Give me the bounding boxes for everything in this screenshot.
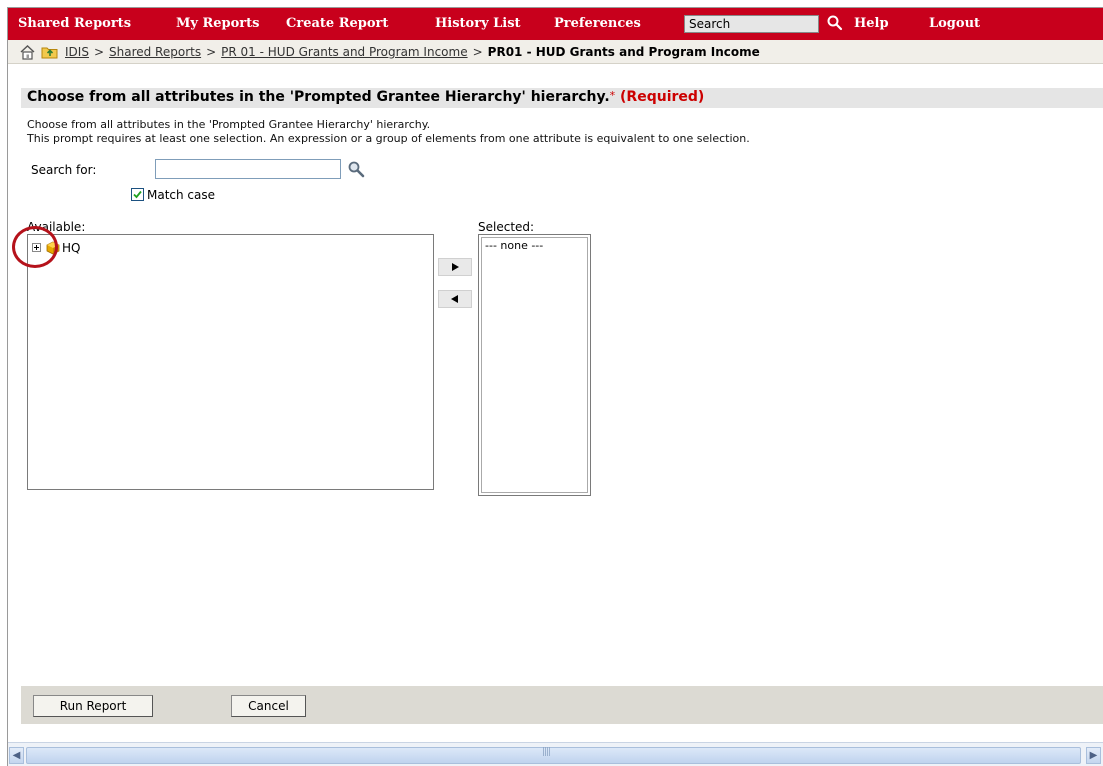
nav-search-input[interactable]: Search bbox=[684, 15, 819, 33]
prompt-title-text: Choose from all attributes in the 'Promp… bbox=[27, 89, 610, 105]
breadcrumb-link-idis[interactable]: IDIS bbox=[65, 45, 89, 59]
breadcrumb-link-pr01-folder[interactable]: PR 01 - HUD Grants and Program Income bbox=[221, 45, 467, 59]
arrow-right-icon bbox=[452, 263, 459, 271]
prompt-title: Choose from all attributes in the 'Promp… bbox=[21, 88, 1103, 108]
add-selection-button[interactable] bbox=[438, 258, 472, 276]
scrollbar-grip-icon: |||| bbox=[542, 747, 551, 757]
breadcrumb-link-shared-reports[interactable]: Shared Reports bbox=[109, 45, 201, 59]
nav-my-reports[interactable]: My Reports bbox=[176, 16, 259, 31]
arrow-left-icon bbox=[451, 295, 458, 303]
breadcrumb-current: PR01 - HUD Grants and Program Income bbox=[487, 45, 760, 59]
required-star: * bbox=[609, 89, 616, 102]
selected-label: Selected: bbox=[478, 220, 535, 234]
search-for-label: Search for: bbox=[31, 163, 97, 177]
nav-logout[interactable]: Logout bbox=[929, 16, 980, 31]
remove-selection-button[interactable] bbox=[438, 290, 472, 308]
breadcrumb-separator: > bbox=[93, 45, 104, 59]
available-list[interactable]: HQ bbox=[27, 234, 434, 490]
search-for-input[interactable] bbox=[155, 159, 341, 179]
footer-bar: Run Report Cancel bbox=[21, 686, 1103, 724]
horizontal-scrollbar[interactable]: ◀ |||| ▶ bbox=[8, 742, 1103, 766]
breadcrumb-bar: IDIS > Shared Reports > PR 01 - HUD Grants a… bbox=[8, 40, 1103, 64]
top-nav-bar: Shared Reports My Reports Create Report … bbox=[8, 8, 1103, 40]
tree-item-label: HQ bbox=[62, 241, 81, 255]
home-icon[interactable] bbox=[19, 44, 36, 60]
breadcrumb-separator: > bbox=[472, 45, 483, 59]
nav-shared-reports[interactable]: Shared Reports bbox=[18, 16, 131, 31]
match-case-label: Match case bbox=[147, 188, 216, 202]
highlight-circle bbox=[12, 226, 58, 268]
nav-preferences[interactable]: Preferences bbox=[554, 16, 641, 31]
breadcrumb-separator: > bbox=[206, 45, 217, 59]
folder-up-icon[interactable] bbox=[41, 44, 59, 60]
scroll-left-icon[interactable]: ◀ bbox=[9, 747, 24, 764]
search-icon[interactable] bbox=[347, 160, 365, 178]
browser-frame: Shared Reports My Reports Create Report … bbox=[7, 7, 1103, 766]
nav-history-list[interactable]: History List bbox=[435, 16, 521, 31]
search-icon[interactable] bbox=[826, 14, 844, 32]
selected-list-inner: --- none --- bbox=[481, 237, 588, 493]
nav-create-report[interactable]: Create Report bbox=[286, 16, 388, 31]
scrollbar-thumb[interactable] bbox=[26, 747, 1081, 764]
required-label: (Required) bbox=[620, 89, 705, 105]
run-report-button[interactable]: Run Report bbox=[33, 695, 153, 717]
breadcrumb: IDIS > Shared Reports > PR 01 - HUD Grants a… bbox=[65, 45, 760, 59]
prompt-description-1: Choose from all attributes in the 'Promp… bbox=[27, 118, 431, 131]
scroll-right-icon[interactable]: ▶ bbox=[1086, 747, 1101, 764]
prompt-description-2: This prompt requires at least one select… bbox=[27, 132, 750, 145]
checkbox-checked-icon[interactable] bbox=[131, 188, 144, 201]
nav-help[interactable]: Help bbox=[854, 16, 889, 31]
cancel-button[interactable]: Cancel bbox=[231, 695, 306, 717]
match-case-checkbox[interactable]: Match case bbox=[131, 188, 215, 202]
selected-none-text: --- none --- bbox=[485, 239, 544, 252]
selected-list[interactable]: --- none --- bbox=[478, 234, 591, 496]
